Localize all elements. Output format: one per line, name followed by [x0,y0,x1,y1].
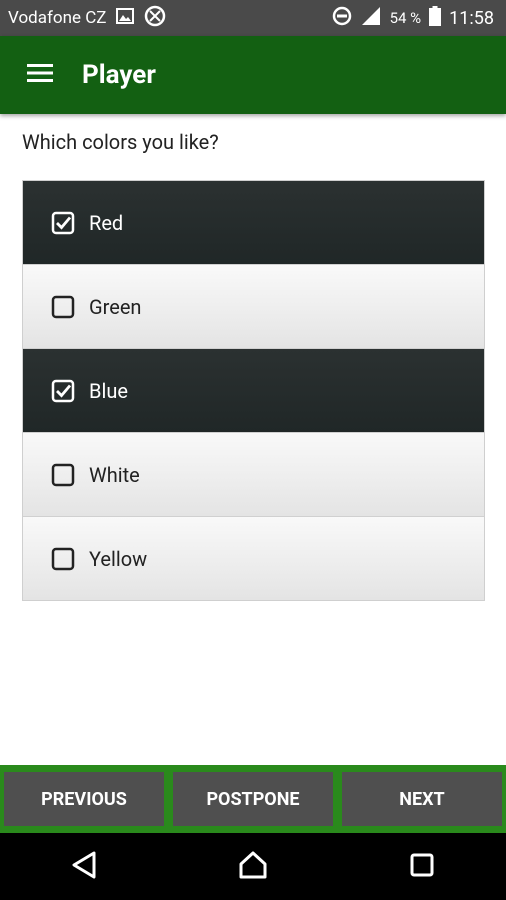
carrier-name: Vodafone CZ [8,8,107,28]
options-list: Red Green Blue White Yellow [22,180,485,601]
recents-icon [410,853,434,881]
option-red[interactable]: Red [23,181,484,265]
checkbox-unchecked-icon[interactable] [51,463,75,487]
option-blue[interactable]: Blue [23,349,484,433]
battery-percent: 54 % [389,9,422,27]
do-not-disturb-icon [332,6,352,31]
bottom-action-bar: PREVIOUS POSTPONE NEXT [0,765,506,833]
clock: 11:58 [449,7,494,29]
option-label: White [89,462,140,487]
checkbox-checked-icon[interactable] [51,379,75,403]
page-title: Player [82,60,156,90]
option-green[interactable]: Green [23,265,484,349]
option-label: Green [89,294,142,319]
option-yellow[interactable]: Yellow [23,517,484,600]
battery-icon [429,5,442,31]
postpone-button[interactable]: POSTPONE [173,772,333,826]
status-bar: Vodafone CZ 54 % 11:58 [0,0,506,36]
next-button[interactable]: NEXT [342,772,502,826]
checkbox-checked-icon[interactable] [51,211,75,235]
option-white[interactable]: White [23,433,484,517]
option-label: Blue [89,378,128,403]
data-saver-icon [144,5,166,32]
hamburger-menu-icon [27,63,53,87]
back-button[interactable] [59,842,109,892]
recents-button[interactable] [397,842,447,892]
app-bar: Player [0,36,506,114]
option-label: Yellow [89,546,148,571]
menu-button[interactable] [20,55,60,95]
home-icon [238,851,268,883]
image-icon [116,7,135,30]
question-text: Which colors you like? [22,130,219,154]
system-nav-bar [0,833,506,900]
previous-button[interactable]: PREVIOUS [4,772,164,826]
signal-icon [360,6,382,31]
checkbox-unchecked-icon[interactable] [51,547,75,571]
option-label: Red [89,210,124,235]
back-icon [71,851,97,883]
checkbox-unchecked-icon[interactable] [51,295,75,319]
home-button[interactable] [228,842,278,892]
